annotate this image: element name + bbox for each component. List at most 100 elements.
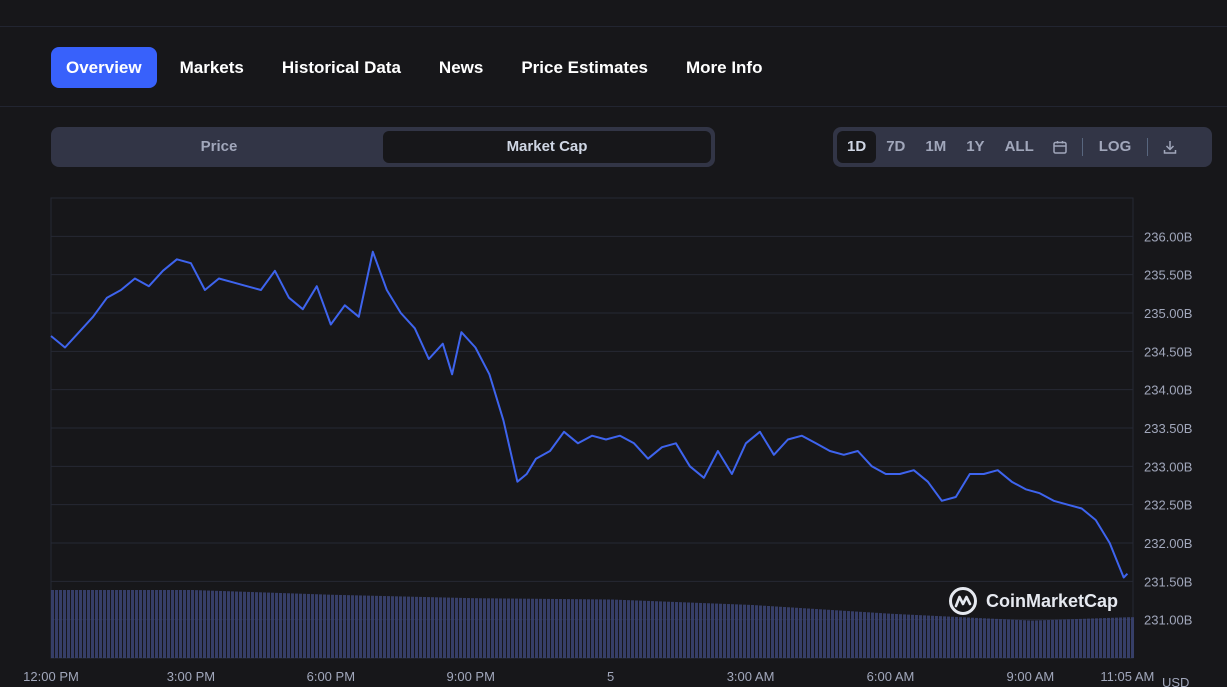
volume-bar bbox=[971, 617, 974, 658]
volume-bar bbox=[847, 611, 850, 658]
volume-bar bbox=[659, 601, 662, 658]
volume-bar bbox=[259, 592, 262, 658]
volume-bar bbox=[247, 591, 250, 658]
tab-overview[interactable]: Overview bbox=[51, 47, 157, 88]
volume-bar bbox=[135, 590, 138, 658]
volume-bar bbox=[563, 599, 566, 658]
volume-bar bbox=[495, 598, 498, 658]
range-1y-button[interactable]: 1Y bbox=[956, 131, 994, 163]
volume-bar bbox=[851, 611, 854, 658]
volume-bar bbox=[731, 604, 734, 658]
watermark-text: CoinMarketCap bbox=[986, 590, 1119, 611]
market-cap-toggle-button[interactable]: Market Cap bbox=[383, 131, 711, 163]
volume-bar bbox=[711, 603, 714, 658]
volume-bar bbox=[635, 600, 638, 658]
volume-bar bbox=[799, 608, 802, 658]
x-tick-label: 6:00 PM bbox=[307, 669, 355, 684]
volume-bar bbox=[759, 605, 762, 658]
volume-bar bbox=[671, 601, 674, 658]
range-divider bbox=[1081, 138, 1083, 156]
log-scale-button[interactable]: LOG bbox=[1089, 131, 1142, 163]
volume-bar bbox=[291, 593, 294, 658]
volume-bar bbox=[883, 613, 886, 658]
tab-markets[interactable]: Markets bbox=[165, 47, 259, 88]
volume-bar bbox=[343, 595, 346, 658]
volume-bar bbox=[1075, 619, 1078, 658]
download-icon[interactable] bbox=[1154, 131, 1186, 163]
volume-bar bbox=[199, 590, 202, 658]
volume-bar bbox=[935, 615, 938, 658]
volume-bar bbox=[1007, 619, 1010, 658]
volume-bar bbox=[775, 606, 778, 658]
volume-bar bbox=[467, 598, 470, 658]
volume-bar bbox=[395, 596, 398, 658]
volume-bar bbox=[503, 598, 506, 658]
volume-bar bbox=[811, 608, 814, 658]
volume-bar bbox=[531, 598, 534, 658]
volume-bar bbox=[1063, 619, 1066, 658]
x-tick-label: 12:00 PM bbox=[23, 669, 79, 684]
volume-bar bbox=[71, 590, 74, 658]
volume-bar bbox=[143, 590, 146, 658]
time-range-selector: 1D 7D 1M 1Y ALL LOG bbox=[833, 127, 1212, 167]
volume-bar bbox=[599, 599, 602, 658]
volume-bar bbox=[331, 594, 334, 658]
section-tabs: Overview Markets Historical Data News Pr… bbox=[51, 47, 785, 88]
tab-news[interactable]: News bbox=[424, 47, 498, 88]
volume-bar bbox=[507, 598, 510, 658]
volume-bar bbox=[59, 590, 62, 658]
volume-bar bbox=[447, 597, 450, 658]
volume-bar bbox=[527, 598, 530, 658]
tab-historical-data[interactable]: Historical Data bbox=[267, 47, 416, 88]
volume-bar bbox=[667, 601, 670, 658]
volume-bar bbox=[99, 590, 102, 658]
tab-more-info[interactable]: More Info bbox=[671, 47, 778, 88]
volume-bar bbox=[719, 603, 722, 658]
volume-bar bbox=[1039, 620, 1042, 658]
volume-bar bbox=[827, 609, 830, 658]
volume-bar bbox=[999, 619, 1002, 658]
volume-bar bbox=[127, 590, 130, 658]
volume-bar bbox=[887, 613, 890, 658]
price-toggle-button[interactable]: Price bbox=[55, 131, 383, 163]
calendar-icon[interactable] bbox=[1044, 131, 1076, 163]
volume-bar bbox=[927, 615, 930, 658]
volume-bar bbox=[863, 612, 866, 658]
volume-bar bbox=[163, 590, 166, 658]
x-tick-label: 11:05 AM bbox=[1100, 669, 1154, 684]
volume-bar bbox=[751, 604, 754, 658]
volume-bar bbox=[575, 599, 578, 658]
y-tick-label: 235.50B bbox=[1144, 268, 1192, 283]
range-all-button[interactable]: ALL bbox=[995, 131, 1044, 163]
volume-bar bbox=[607, 599, 610, 658]
volume-bar bbox=[1011, 619, 1014, 658]
volume-bar bbox=[443, 597, 446, 658]
volume-bar bbox=[191, 590, 194, 658]
range-1d-button[interactable]: 1D bbox=[837, 131, 877, 163]
volume-bar bbox=[311, 594, 314, 658]
market-cap-line bbox=[50, 250, 1129, 579]
volume-bar bbox=[155, 590, 158, 658]
volume-bar bbox=[967, 617, 970, 658]
volume-bar bbox=[791, 607, 794, 658]
volume-bar bbox=[875, 612, 878, 658]
range-7d-button[interactable]: 7D bbox=[876, 131, 915, 163]
volume-bar bbox=[923, 615, 926, 658]
volume-bar bbox=[51, 590, 54, 658]
volume-bar bbox=[255, 592, 258, 658]
tab-price-estimates[interactable]: Price Estimates bbox=[506, 47, 663, 88]
volume-bar bbox=[451, 597, 454, 658]
volume-bar bbox=[803, 608, 806, 658]
volume-bar bbox=[703, 603, 706, 658]
volume-bar bbox=[151, 590, 154, 658]
top-divider bbox=[0, 26, 1227, 27]
volume-bar bbox=[695, 602, 698, 658]
volume-bar bbox=[595, 599, 598, 658]
volume-bar bbox=[583, 599, 586, 658]
volume-bar bbox=[919, 615, 922, 658]
range-1m-button[interactable]: 1M bbox=[915, 131, 956, 163]
volume-bar bbox=[231, 591, 234, 658]
volume-bar bbox=[1115, 617, 1118, 658]
volume-bar bbox=[355, 595, 358, 658]
volume-bar bbox=[1067, 619, 1070, 658]
